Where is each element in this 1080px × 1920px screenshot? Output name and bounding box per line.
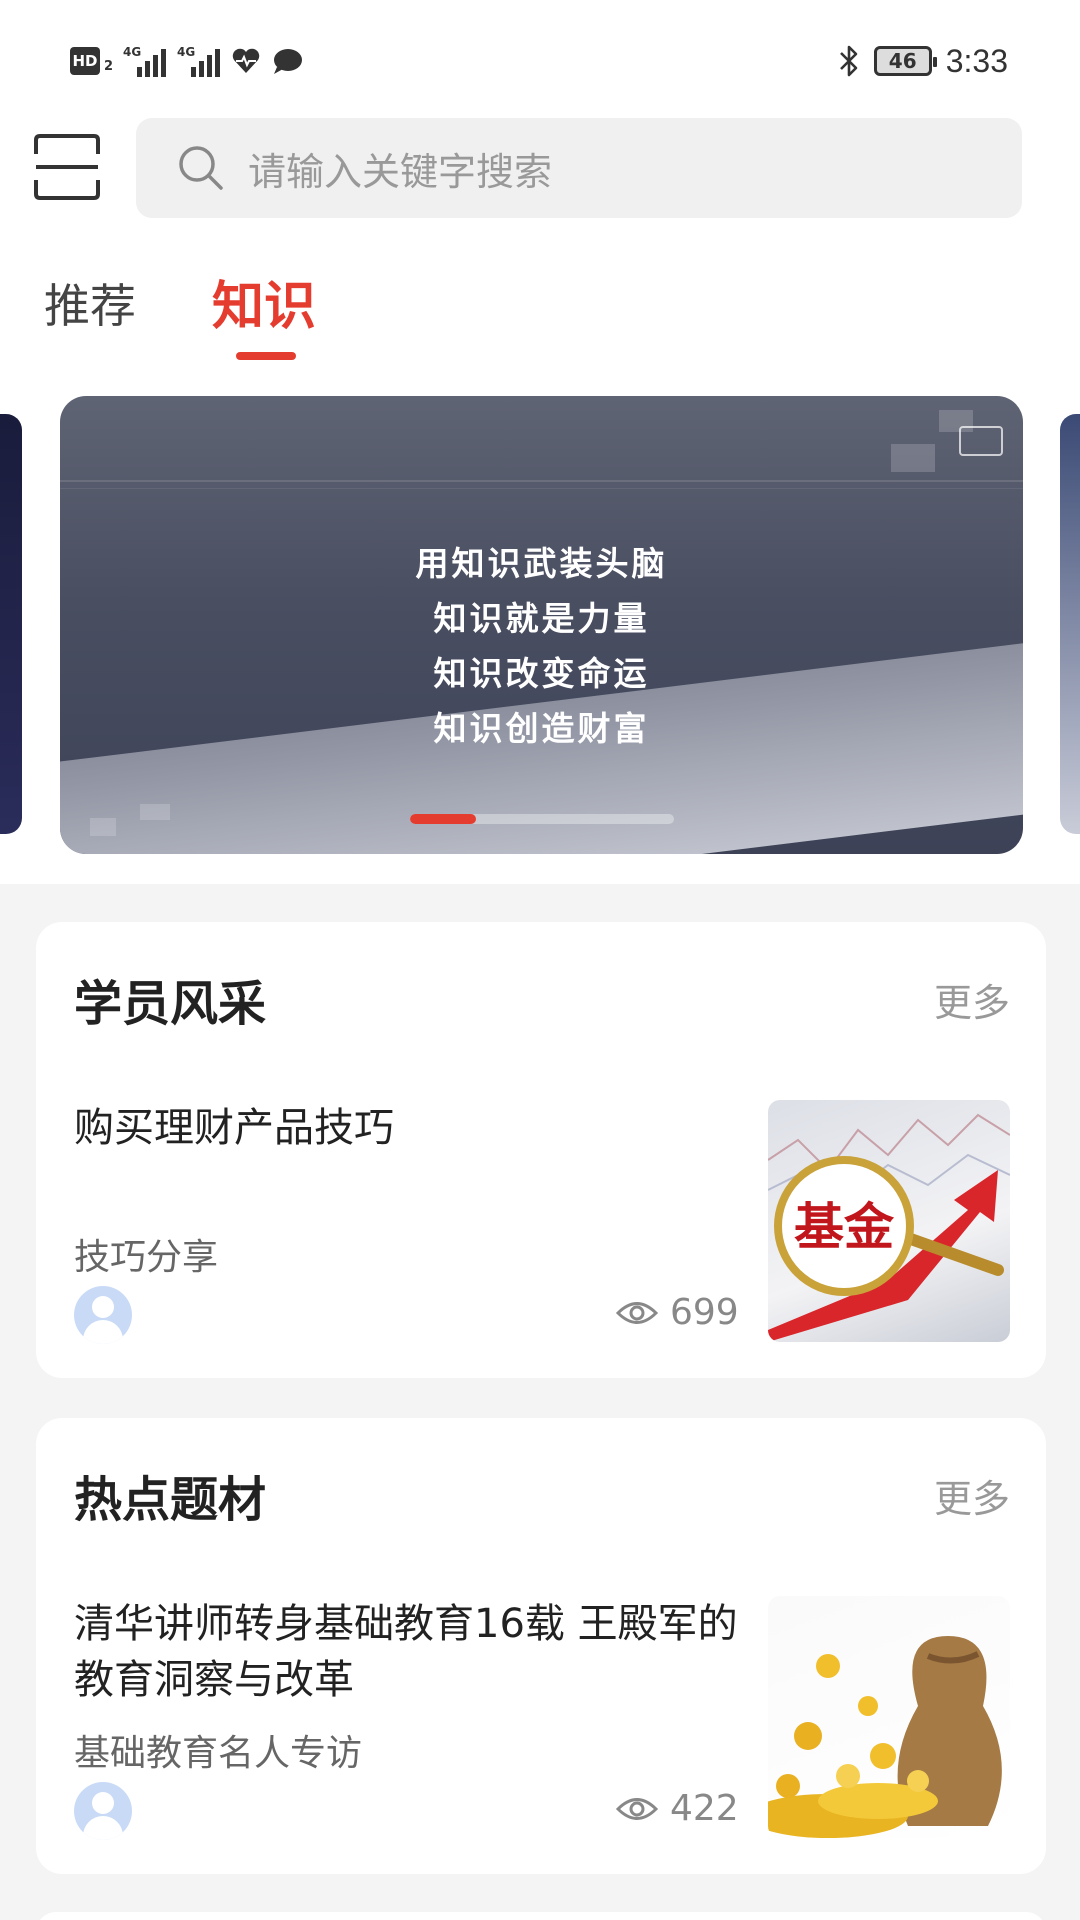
app-screen: HD 2 4G 4G 46 3:33 请输入关键字搜索 推荐 知识 用知识武装头…	[0, 0, 1080, 1920]
banner-line: 用知识武装头脑	[415, 544, 668, 583]
clock-time: 3:33	[945, 42, 1008, 79]
banner-line: 知识创造财富	[433, 709, 650, 748]
fund-thumb-text: 基金	[794, 1198, 895, 1256]
banner-carousel[interactable]: 用知识武装头脑 知识就是力量 知识改变命运 知识创造财富	[60, 396, 1023, 854]
article-title[interactable]: 清华讲师转身基础教育16载 王殿军的教育洞察与改革	[74, 1596, 754, 1708]
article-thumbnail[interactable]: 基金	[768, 1100, 1010, 1342]
signal-icon-2: 4G	[177, 45, 221, 77]
status-left: HD 2 4G 4G	[70, 42, 303, 80]
bluetooth-icon	[839, 45, 858, 77]
hd-sub-label: 2	[104, 58, 114, 74]
gold-coins-image	[768, 1636, 1002, 1838]
view-count-value: 699	[670, 1292, 739, 1333]
hd-icon: HD	[70, 47, 100, 75]
battery-level: 46	[888, 49, 917, 73]
section-card-next	[36, 1912, 1046, 1920]
search-placeholder: 请输入关键字搜索	[248, 149, 553, 194]
section-title: 学员风采	[74, 976, 267, 1032]
heartbeat-icon	[232, 48, 260, 73]
banner-line: 知识改变命运	[433, 654, 650, 693]
eye-icon	[616, 1797, 658, 1820]
view-count: 699	[616, 1292, 739, 1333]
banner-indicator-active	[410, 814, 476, 824]
clock-icon	[959, 426, 1003, 456]
article-category: 基础教育名人专访	[74, 1733, 363, 1774]
status-bar: HD 2 4G 4G 46 3:33	[0, 0, 1080, 120]
article-thumbnail[interactable]	[768, 1596, 1010, 1838]
tab-knowledge[interactable]: 知识	[212, 264, 316, 339]
signal-icon: 4G	[123, 45, 167, 77]
tab-recommend[interactable]: 推荐	[44, 270, 136, 336]
section-card-hot: 热点题材 更多 清华讲师转身基础教育16载 王殿军的教育洞察与改革 基础教育名人…	[36, 1418, 1046, 1874]
banner-prev-slide[interactable]	[0, 414, 22, 834]
battery-icon: 46	[873, 46, 937, 76]
eye-icon	[616, 1301, 658, 1324]
banner-text: 用知识武装头脑 知识就是力量 知识改变命运 知识创造财富	[60, 536, 1023, 756]
search-icon	[179, 146, 223, 190]
banner-indicator	[410, 814, 674, 824]
avatar[interactable]	[74, 1782, 132, 1840]
fund-image: 基金	[768, 1113, 1010, 1342]
active-tab-indicator	[236, 352, 296, 360]
status-right: 46 3:33	[838, 40, 1008, 82]
banner-line: 知识就是力量	[433, 599, 650, 638]
more-button[interactable]: 更多	[934, 1468, 1010, 1523]
article-category: 技巧分享	[74, 1237, 219, 1278]
signal-tag-2: 4G	[177, 45, 196, 59]
message-icon	[274, 49, 303, 74]
section-card-student: 学员风采 更多 购买理财产品技巧 技巧分享 699 基金	[36, 922, 1046, 1378]
section-title: 热点题材	[74, 1472, 267, 1528]
scan-icon[interactable]	[34, 134, 100, 200]
more-button[interactable]: 更多	[934, 972, 1010, 1027]
signal-tag: 4G	[123, 45, 142, 59]
view-count-value: 422	[670, 1788, 739, 1829]
avatar[interactable]	[74, 1286, 132, 1344]
banner-next-slide[interactable]	[1060, 414, 1080, 834]
article-title[interactable]: 购买理财产品技巧	[74, 1100, 754, 1156]
search-input[interactable]: 请输入关键字搜索	[136, 118, 1022, 218]
view-count: 422	[616, 1788, 739, 1829]
